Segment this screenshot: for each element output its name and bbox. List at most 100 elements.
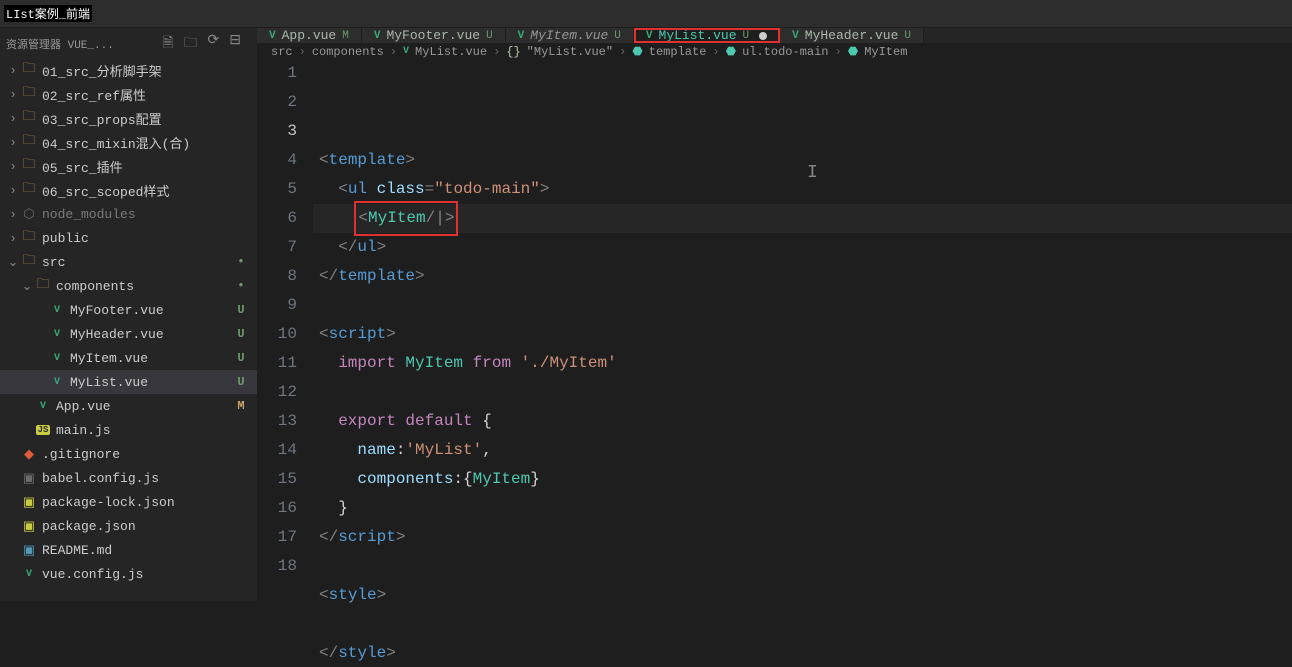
tab-status: U	[614, 30, 621, 42]
tree-item-readme-md[interactable]: ▣README.md	[0, 538, 257, 562]
tab-myfooter-vue[interactable]: VMyFooter.vueU	[362, 28, 506, 43]
vue-icon: V	[54, 353, 60, 364]
tree-item-label: components	[56, 279, 233, 294]
tree-item-label: MyHeader.vue	[70, 327, 233, 342]
tree-item-main-js[interactable]: JSmain.js	[0, 418, 257, 442]
tree-item-package-lock-json[interactable]: ▣package-lock.json	[0, 490, 257, 514]
code-line[interactable]: </style>	[313, 639, 1292, 667]
tree-item-04_src_mixin-[interactable]: ›🗀04_src_mixin混入(合)	[0, 130, 257, 154]
tree-item-label: babel.config.js	[42, 471, 249, 486]
git-status: M	[233, 399, 249, 413]
tree-item-mylist-vue[interactable]: VMyList.vueU	[0, 370, 257, 394]
tree-item-label: 01_src_分析脚手架	[42, 61, 249, 80]
tab-mylist-vue[interactable]: V MyList.vue U	[634, 28, 780, 43]
breadcrumb-part[interactable]: template	[649, 45, 707, 59]
tree-item-myitem-vue[interactable]: V MyItem.vueU	[0, 346, 257, 370]
new-folder-icon[interactable]: 🗀	[184, 32, 198, 56]
line-number: 10	[257, 320, 297, 349]
tree-item-components[interactable]: ⌄🗀components•	[0, 274, 257, 298]
code-line[interactable]: }	[313, 494, 1292, 523]
tab-app-vue[interactable]: VApp.vueM	[257, 28, 362, 43]
tree-item-02_src_ref-[interactable]: ›🗀02_src_ref属性	[0, 82, 257, 106]
vue-icon: V	[792, 30, 799, 42]
code-line[interactable]: <MyItem/|>	[313, 204, 1292, 233]
code-line[interactable]	[313, 610, 1292, 639]
code-line[interactable]: <ul class="todo-main">	[313, 175, 1292, 204]
line-number: 14	[257, 436, 297, 465]
tree-item-package-json[interactable]: ▣package.json	[0, 514, 257, 538]
git-status: U	[233, 351, 249, 365]
collapse-icon[interactable]: ⊟	[229, 32, 241, 56]
tree-item-03_src_props-[interactable]: ›🗀03_src_props配置	[0, 106, 257, 130]
tree-item-label: README.md	[42, 543, 249, 558]
code-line[interactable]: <style>	[313, 581, 1292, 610]
breadcrumb-part[interactable]: "MyList.vue"	[527, 45, 613, 59]
tree-item-vue-config-js[interactable]: Vvue.config.js	[0, 562, 257, 586]
chevron-icon: ›	[6, 87, 20, 102]
line-number: 1	[257, 59, 297, 88]
code-line[interactable]: <script>	[313, 320, 1292, 349]
line-number: 6	[257, 204, 297, 233]
chevron-icon: ⌄	[6, 255, 20, 270]
chevron-icon: ›	[6, 231, 20, 246]
folder-icon: 🗀	[22, 251, 35, 273]
folder-icon: ⬡	[23, 207, 34, 222]
code-line[interactable]: <template>	[313, 146, 1292, 175]
tree-item-06_src_scoped-[interactable]: ›🗀06_src_scoped样式	[0, 178, 257, 202]
element-icon: ⬣	[848, 44, 858, 59]
tree-item-myheader-vue[interactable]: VMyHeader.vueU	[0, 322, 257, 346]
code-line[interactable]: </template>	[313, 262, 1292, 291]
code-line[interactable]: import MyItem from './MyItem'	[313, 349, 1292, 378]
tree-item-label: package.json	[42, 519, 249, 534]
tree-item-src[interactable]: ⌄🗀src•	[0, 250, 257, 274]
line-number: 5	[257, 175, 297, 204]
vue-icon: V	[40, 401, 46, 412]
breadcrumb-part[interactable]: components	[312, 45, 384, 59]
tab-myitem-vue[interactable]: VMyItem.vueU	[506, 28, 634, 43]
tree-item-myfooter-vue[interactable]: VMyFooter.vueU	[0, 298, 257, 322]
new-file-icon[interactable]: 🗎	[162, 32, 173, 56]
tree-item-01_src_-[interactable]: ›🗀01_src_分析脚手架	[0, 58, 257, 82]
breadcrumb[interactable]: src › components › V MyList.vue › {} "My…	[257, 44, 1292, 59]
chevron-right-icon: ›	[299, 45, 306, 59]
breadcrumb-part[interactable]: MyItem	[864, 45, 907, 59]
code-line[interactable]: </script>	[313, 523, 1292, 552]
tab-myheader-vue[interactable]: V MyHeader.vue U	[780, 28, 924, 43]
tab-status: U	[904, 30, 911, 42]
tree-item-app-vue[interactable]: VApp.vueM	[0, 394, 257, 418]
git-status: U	[233, 375, 249, 389]
vue-icon: V	[646, 30, 653, 42]
tree-item-node_modules[interactable]: ›⬡node_modules	[0, 202, 257, 226]
vue-icon: V	[518, 30, 525, 42]
breadcrumb-part[interactable]: ul.todo-main	[742, 45, 828, 59]
code-content[interactable]: I <template> <ul class="todo-main"> <MyI…	[313, 59, 1292, 667]
tab-status: U	[743, 30, 750, 42]
tree-item-05_src_-[interactable]: ›🗀05_src_插件	[0, 154, 257, 178]
code-line[interactable]: components:{MyItem}	[313, 465, 1292, 494]
tree-item-babel-config-js[interactable]: ▣babel.config.js	[0, 466, 257, 490]
folder-icon: 🗀	[22, 179, 35, 201]
code-editor[interactable]: 123456789101112131415161718 I <template>…	[257, 59, 1292, 667]
tree-item--gitignore[interactable]: ◆.gitignore	[0, 442, 257, 466]
code-line[interactable]: </ul>	[313, 233, 1292, 262]
line-number: 2	[257, 88, 297, 117]
tree-item-public[interactable]: ›🗀public	[0, 226, 257, 250]
code-line[interactable]: export default {	[313, 407, 1292, 436]
chevron-icon: ›	[6, 111, 20, 126]
tab-label: MyHeader.vue	[805, 28, 899, 43]
tab-label: MyList.vue	[659, 28, 737, 43]
tree-item-label: MyItem.vue	[70, 351, 233, 366]
vue-icon: V	[54, 329, 60, 340]
code-line[interactable]	[313, 378, 1292, 407]
code-line[interactable]	[313, 552, 1292, 581]
tree-item-label: 03_src_props配置	[42, 109, 249, 128]
code-line[interactable]	[313, 291, 1292, 320]
tree-item-label: 05_src_插件	[42, 157, 249, 176]
tree-item-label: MyList.vue	[70, 375, 233, 390]
json-icon: ▣	[23, 495, 35, 510]
code-line[interactable]: name:'MyList',	[313, 436, 1292, 465]
refresh-icon[interactable]: ⟳	[208, 32, 220, 56]
line-number: 17	[257, 523, 297, 552]
breadcrumb-part[interactable]: src	[271, 45, 293, 59]
breadcrumb-part[interactable]: MyList.vue	[415, 45, 487, 59]
